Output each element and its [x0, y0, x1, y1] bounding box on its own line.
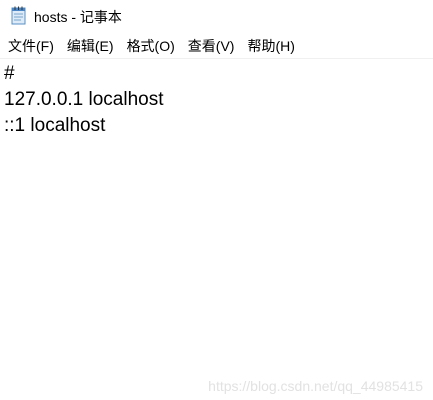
title-bar[interactable]: hosts - 记事本 [0, 0, 433, 32]
notepad-icon [10, 6, 28, 26]
text-line: # [4, 63, 15, 84]
notepad-window: hosts - 记事本 文件(F) 编辑(E) 格式(O) 查看(V) 帮助(H… [0, 0, 433, 400]
window-title: hosts - 记事本 [34, 9, 122, 25]
menu-edit[interactable]: 编辑(E) [64, 36, 117, 56]
menu-help[interactable]: 帮助(H) [244, 36, 297, 56]
text-editor-area[interactable]: # 127.0.0.1 localhost ::1 localhost [0, 60, 433, 400]
menu-bar: 文件(F) 编辑(E) 格式(O) 查看(V) 帮助(H) [0, 35, 433, 57]
text-line: ::1 localhost [4, 115, 106, 136]
menu-file[interactable]: 文件(F) [5, 36, 57, 56]
menu-divider [0, 58, 433, 59]
menu-format[interactable]: 格式(O) [124, 36, 178, 56]
watermark: https://blog.csdn.net/qq_44985415 [208, 378, 423, 394]
text-line: 127.0.0.1 localhost [4, 89, 164, 110]
menu-view[interactable]: 查看(V) [185, 36, 238, 56]
